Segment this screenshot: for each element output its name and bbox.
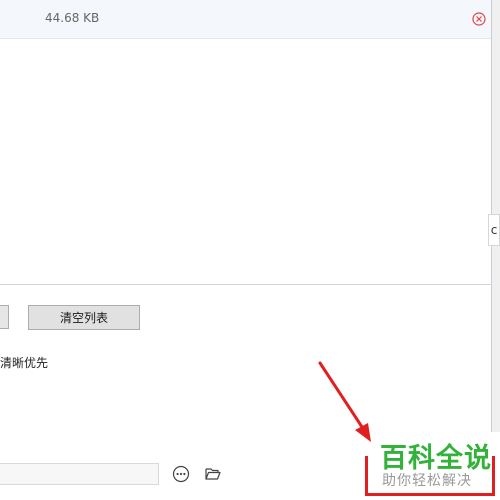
folder-open-icon[interactable]: [204, 465, 222, 483]
watermark-logo: 百科全说 助你轻松解决: [372, 432, 500, 500]
section-divider: [0, 284, 492, 285]
edge-indicator: c: [488, 214, 500, 246]
file-list-area: [0, 39, 492, 284]
file-list-row[interactable]: 44.68 KB: [0, 0, 492, 39]
ellipsis-circle-icon[interactable]: [172, 465, 190, 483]
quality-priority-label[interactable]: 清晰优先: [0, 354, 48, 371]
file-size-label: 44.68 KB: [45, 11, 100, 25]
watermark-subtitle: 助你轻松解决: [382, 473, 472, 489]
close-circle-icon[interactable]: [472, 12, 486, 26]
save-path-input[interactable]: [0, 463, 159, 485]
outer-window-strip: [492, 0, 500, 500]
clear-list-button[interactable]: 清空列表: [28, 305, 140, 330]
add-files-button[interactable]: [0, 305, 9, 329]
